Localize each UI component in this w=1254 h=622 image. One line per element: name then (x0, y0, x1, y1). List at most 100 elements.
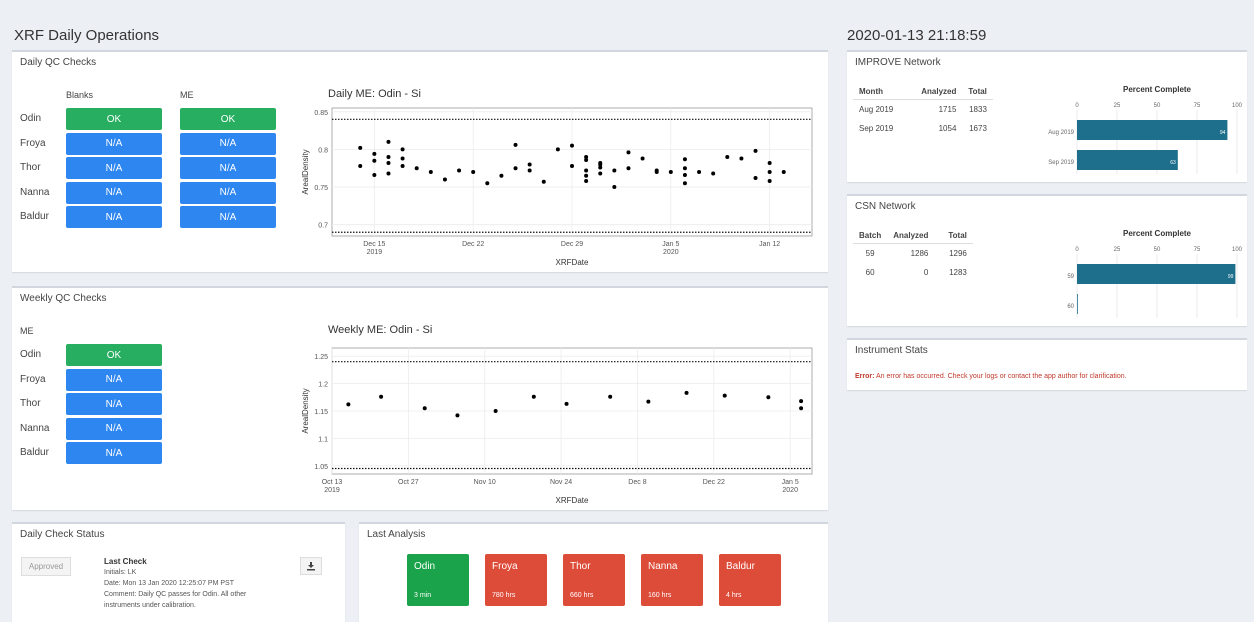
analysis-tile-baldur[interactable]: Baldur 4 hrs (719, 554, 781, 606)
data-point (358, 163, 363, 168)
data-point (799, 399, 804, 404)
data-point (442, 177, 447, 182)
data-point (584, 168, 589, 173)
data-point (428, 170, 433, 174)
x-tick-label: 0 (1075, 103, 1079, 109)
col-header: Analyzed (899, 84, 963, 100)
x-tick-label: Dec 8 (628, 479, 646, 486)
table-cell: 60 (865, 268, 875, 277)
me-status-froya[interactable]: N/A (180, 132, 276, 155)
analysis-tile-nanna[interactable]: Nanna 160 hrs (641, 554, 703, 606)
x-tick-label: Jan 5 (782, 479, 799, 486)
bar-category-label: 59 (1067, 274, 1074, 280)
weekly-me-status-odin[interactable]: OK (66, 344, 162, 366)
bar (1077, 264, 1236, 284)
data-point (626, 166, 631, 171)
table-cell: 59 (865, 249, 875, 258)
data-point (697, 170, 702, 174)
table-header-row: Month Analyzed Total (853, 84, 993, 100)
me-status-nanna[interactable]: N/A (180, 181, 276, 204)
bar-chart-title: Percent Complete (1123, 229, 1192, 238)
table-cell: 1283 (949, 268, 967, 277)
approved-button[interactable]: Approved (21, 557, 71, 576)
download-button[interactable] (300, 557, 322, 575)
tile-name: Thor (570, 561, 591, 572)
weekly-me-status-baldur[interactable]: N/A (66, 442, 162, 464)
data-point (570, 143, 574, 148)
data-point (598, 165, 603, 170)
last-check-date: Date: Mon 13 Jan 2020 12:25:07 PM PST (104, 580, 234, 587)
table-cell: 1286 (910, 249, 929, 258)
instrument-label-nanna: Nanna (20, 422, 50, 434)
data-point (584, 179, 589, 184)
weekly-me-status-nanna[interactable]: N/A (66, 417, 162, 440)
analysis-tile-thor[interactable]: Thor 660 hrs (563, 554, 625, 606)
y-tick-label: 0.8 (318, 147, 328, 154)
x-tick-label: Oct 13 (322, 479, 343, 486)
data-point (608, 394, 613, 399)
tile-hours: 780 hrs (492, 592, 516, 599)
table-cell: 1296 (949, 249, 967, 258)
x-tick-label: Nov 10 (474, 479, 496, 486)
blanks-status-odin[interactable]: OK (66, 108, 162, 130)
data-point (584, 173, 589, 178)
blanks-status-baldur[interactable]: N/A (66, 206, 162, 228)
table-cell: 0 (923, 268, 929, 277)
tile-name: Nanna (648, 561, 678, 572)
instrument-label-baldur: Baldur (20, 447, 49, 458)
x-tick-label: 50 (1154, 103, 1161, 109)
me-status-baldur[interactable]: N/A (180, 206, 276, 228)
data-point (499, 173, 504, 178)
me-status-odin[interactable]: OK (180, 108, 276, 130)
analysis-tile-froya[interactable]: Froya 780 hrs (485, 554, 547, 606)
last-analysis-title: Last Analysis (367, 529, 426, 540)
csn-title: CSN Network (855, 201, 916, 212)
me-status-thor[interactable]: N/A (180, 157, 276, 179)
y-tick-label: 1.25 (314, 354, 328, 361)
error-text: An error has occurred. Check your logs o… (874, 373, 1127, 380)
data-point (646, 399, 651, 404)
daily-check-status-box: Daily Check Status Approved Last Check I… (12, 522, 345, 622)
last-analysis-box: Last Analysis Odin 3 min Froya 780 hrs Thor 6… (359, 522, 828, 622)
table-cell: Aug 2019 (859, 105, 894, 114)
x-tick-label: 100 (1232, 103, 1243, 109)
bar-value-label: 94 (1220, 130, 1226, 136)
tile-name: Froya (492, 561, 518, 572)
data-point (555, 147, 560, 152)
weekly-me-status-froya[interactable]: N/A (66, 368, 162, 391)
table-cell: 1673 (969, 124, 987, 133)
data-point (682, 173, 687, 178)
blanks-status-thor[interactable]: N/A (66, 157, 162, 179)
timestamp: 2020-01-13 21:18:59 (847, 27, 987, 44)
table-row: Aug 2019 1715 1833 (853, 100, 993, 120)
x-tick-label: 100 (1232, 247, 1243, 253)
data-point (767, 160, 772, 165)
data-point (799, 406, 804, 411)
col-header: Total (934, 228, 973, 244)
instrument-label-thor: Thor (20, 162, 41, 173)
y-tick-label: 0.85 (314, 110, 328, 117)
error-label: Error: (855, 373, 875, 380)
status-title: Daily Check Status (20, 529, 105, 540)
daily-me-chart: 0.7 0.75 0.8 0.85 Dec 152019 Dec 22 Dec 29 Jan … (301, 107, 813, 267)
data-point (414, 166, 419, 171)
weekly-chart-title: Weekly ME: Odin - Si (328, 324, 433, 336)
me-header: ME (180, 90, 194, 100)
data-point (471, 170, 476, 174)
col-header: Month (853, 84, 900, 100)
data-point (541, 179, 546, 184)
x-tick-label: Jan 5 (662, 241, 679, 248)
data-point (711, 171, 716, 176)
improve-title: IMPROVE Network (855, 57, 941, 68)
last-check-heading: Last Check (104, 557, 147, 566)
analysis-tile-odin[interactable]: Odin 3 min (407, 554, 469, 606)
improve-network-box: IMPROVE Network Month Analyzed Total Aug… (847, 50, 1247, 182)
weekly-me-status-thor[interactable]: N/A (66, 393, 162, 415)
data-point (531, 394, 536, 399)
blanks-status-nanna[interactable]: N/A (66, 181, 162, 204)
y-tick-label: 1.2 (318, 382, 328, 389)
blanks-status-froya[interactable]: N/A (66, 132, 162, 155)
instrument-label-odin: Odin (20, 113, 42, 124)
data-point (485, 181, 490, 186)
table-row: Sep 2019 1054 1673 (853, 119, 993, 138)
